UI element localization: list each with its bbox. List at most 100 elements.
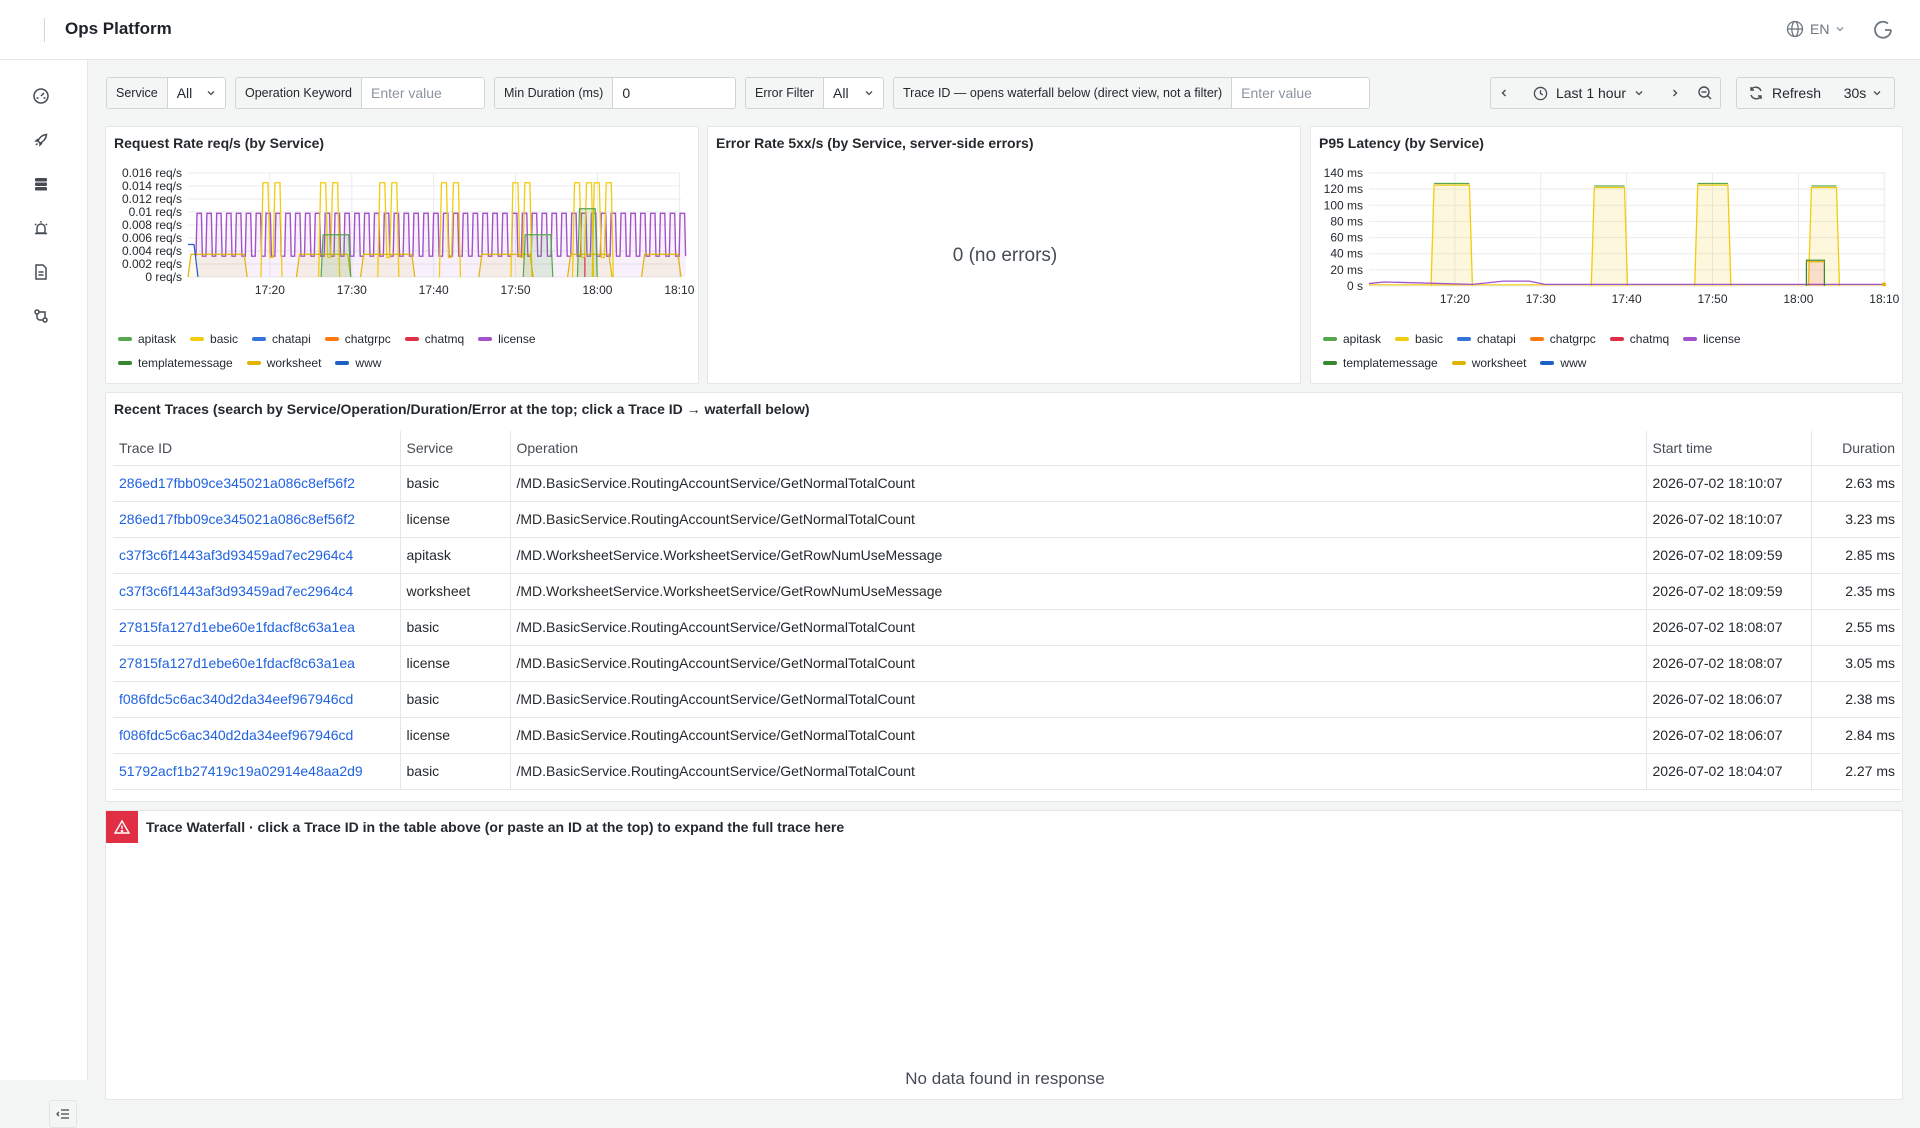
- trace-id-label: Trace ID — opens waterfall below (direct…: [894, 78, 1233, 108]
- legend-swatch: [1323, 361, 1337, 365]
- trace-id-link[interactable]: f086fdc5c6ac340d2da34eef967946cd: [113, 717, 401, 754]
- trace-id-link[interactable]: 286ed17fbb09ce345021a086c8ef56f2: [113, 465, 401, 502]
- col-start-time[interactable]: Start time: [1646, 431, 1812, 466]
- trace-id-filter[interactable]: Trace ID — opens waterfall below (direct…: [893, 77, 1370, 109]
- refresh-button[interactable]: Refresh: [1736, 77, 1833, 109]
- time-back-button[interactable]: [1490, 77, 1517, 109]
- start-time-cell: 2026-07-02 18:08:07: [1646, 609, 1812, 646]
- y-tick-label: 0.016 req/s: [122, 166, 182, 180]
- language-selector[interactable]: EN: [1786, 20, 1845, 38]
- trace-id-link[interactable]: c37f3c6f1443af3d93459ad7ec2964c4: [113, 573, 401, 610]
- y-tick-label: 0.008 req/s: [122, 218, 182, 232]
- legend-item[interactable]: license: [1683, 332, 1741, 346]
- start-time-cell: 2026-07-02 18:09:59: [1646, 537, 1812, 574]
- col-operation[interactable]: Operation: [510, 431, 1647, 466]
- document-icon[interactable]: [30, 261, 52, 283]
- trace-id-link[interactable]: 27815fa127d1ebe60e1fdacf8c63a1ea: [113, 609, 401, 646]
- legend-label: chatmq: [1629, 332, 1670, 346]
- traces-header-row: Trace ID Service Operation Start time Du…: [113, 431, 1901, 466]
- table-row: 27815fa127d1ebe60e1fdacf8c63a1ea license /…: [113, 645, 1901, 682]
- legend-item[interactable]: chatapi: [252, 332, 311, 346]
- brand-divider: [44, 18, 45, 42]
- service-cell: license: [400, 501, 511, 538]
- trace-id-link[interactable]: 27815fa127d1ebe60e1fdacf8c63a1ea: [113, 645, 401, 682]
- col-duration[interactable]: Duration: [1811, 431, 1901, 466]
- legend-item[interactable]: templatemessage: [1323, 356, 1438, 370]
- sidebar-collapse-button[interactable]: [49, 1100, 77, 1128]
- legend-item[interactable]: apitask: [1323, 332, 1381, 346]
- error-select[interactable]: All: [824, 78, 883, 108]
- logout-icon[interactable]: [1871, 18, 1895, 42]
- sidebar: [0, 60, 88, 1128]
- time-forward-button[interactable]: [1661, 77, 1690, 109]
- series-area-basic: [1431, 185, 1473, 286]
- x-tick-label: 17:20: [255, 283, 285, 297]
- service-select[interactable]: All: [168, 78, 225, 108]
- request-rate-chart[interactable]: 0.016 req/s0.014 req/s0.012 req/s0.01 re…: [106, 163, 700, 311]
- rocket-icon[interactable]: [30, 129, 52, 151]
- legend-item[interactable]: www: [1540, 356, 1586, 370]
- y-tick-label: 20 ms: [1330, 263, 1363, 277]
- service-cell: license: [400, 645, 511, 682]
- trace-id-link[interactable]: 51792acf1b27419c19a02914e48aa2d9: [113, 753, 401, 790]
- legend-label: apitask: [138, 332, 177, 346]
- duration-cell: 2.35 ms: [1811, 573, 1901, 610]
- x-tick-label: 18:00: [1783, 292, 1813, 306]
- legend-item[interactable]: worksheet: [1451, 356, 1526, 370]
- trace-id-input[interactable]: Enter value: [1232, 78, 1369, 108]
- operation-cell: /MD.BasicService.RoutingAccountService/G…: [510, 681, 1647, 718]
- duration-cell: 3.23 ms: [1811, 501, 1901, 538]
- error-filter[interactable]: Error Filter All: [745, 77, 884, 109]
- legend-label: basic: [1415, 332, 1444, 346]
- trace-id-link[interactable]: c37f3c6f1443af3d93459ad7ec2964c4: [113, 537, 401, 574]
- operation-filter[interactable]: Operation Keyword Enter value: [235, 77, 485, 109]
- refresh-interval-value: 30s: [1843, 85, 1867, 101]
- chevron-left-icon: [1501, 89, 1506, 97]
- p95-latency-legend: apitask basic chatapi chatgrpc chatmq license…: [1323, 332, 1773, 370]
- zoom-out-button[interactable]: [1689, 77, 1721, 109]
- trace-waterfall-panel: Trace Waterfall · click a Trace ID in th…: [105, 810, 1903, 1100]
- col-service[interactable]: Service: [400, 431, 511, 466]
- trace-id-link[interactable]: f086fdc5c6ac340d2da34eef967946cd: [113, 681, 401, 718]
- chevron-right-icon: [1673, 89, 1678, 97]
- legend-item[interactable]: chatmq: [404, 332, 464, 346]
- start-time-cell: 2026-07-02 18:04:07: [1646, 753, 1812, 790]
- globe-icon: [1786, 20, 1804, 38]
- operation-input[interactable]: Enter value: [362, 78, 484, 108]
- legend-label: basic: [210, 332, 239, 346]
- time-range-picker[interactable]: Last 1 hour: [1516, 77, 1662, 109]
- legend-item[interactable]: basic: [1395, 332, 1443, 346]
- operation-filter-label: Operation Keyword: [236, 78, 363, 108]
- trace-id-link[interactable]: 286ed17fbb09ce345021a086c8ef56f2: [113, 501, 401, 538]
- service-filter[interactable]: Service All: [106, 77, 226, 109]
- dashboard-icon[interactable]: [30, 85, 52, 107]
- p95-latency-chart[interactable]: 140 ms 120 ms 100 ms 80 ms 60 ms 40 ms 20 ms 0 …: [1311, 163, 1904, 311]
- legend-item[interactable]: apitask: [118, 332, 176, 346]
- col-trace-id[interactable]: Trace ID: [113, 431, 401, 466]
- legend-item[interactable]: chatmq: [1609, 332, 1670, 346]
- y-tick-label: 120 ms: [1324, 182, 1363, 196]
- legend-item[interactable]: basic: [190, 332, 238, 346]
- warning-badge[interactable]: [106, 811, 138, 843]
- alert-icon[interactable]: [30, 217, 52, 239]
- legend-item[interactable]: worksheet: [246, 356, 321, 370]
- legend-item[interactable]: www: [335, 356, 381, 370]
- refresh-interval-select[interactable]: 30s: [1832, 77, 1895, 109]
- database-icon[interactable]: [30, 173, 52, 195]
- y-tick-label: 0.004 req/s: [122, 244, 182, 258]
- operation-cell: /MD.BasicService.RoutingAccountService/G…: [510, 645, 1647, 682]
- legend-item[interactable]: templatemessage: [118, 356, 233, 370]
- legend-item[interactable]: chatgrpc: [324, 332, 391, 346]
- traces-table: Trace ID Service Operation Start time Du…: [113, 431, 1901, 790]
- min-duration-input[interactable]: 0: [613, 78, 735, 108]
- service-cell: worksheet: [400, 573, 511, 610]
- workflow-icon[interactable]: [30, 305, 52, 327]
- error-filter-label: Error Filter: [746, 78, 825, 108]
- legend-item[interactable]: chatapi: [1457, 332, 1516, 346]
- legend-item[interactable]: chatgrpc: [1529, 332, 1596, 346]
- clock-icon: [1533, 86, 1548, 100]
- legend-item[interactable]: license: [478, 332, 536, 346]
- min-duration-filter[interactable]: Min Duration (ms) 0: [494, 77, 736, 109]
- start-time-cell: 2026-07-02 18:10:07: [1646, 501, 1812, 538]
- p95-latency-title: P95 Latency (by Service): [1319, 135, 1484, 151]
